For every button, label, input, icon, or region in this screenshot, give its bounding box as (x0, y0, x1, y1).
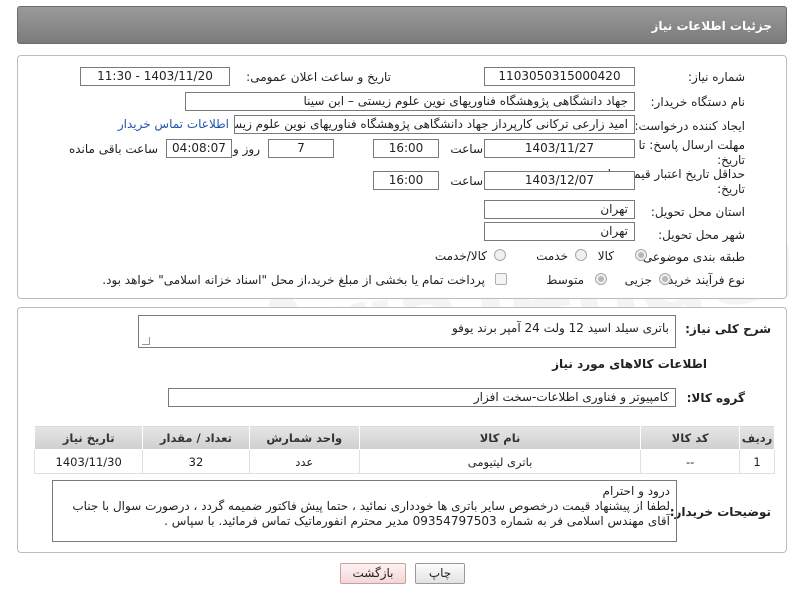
page-title: جزئیات اطلاعات نیاز (651, 19, 772, 33)
deadline-time-label: ساعت (450, 142, 483, 156)
city-field: تهران (484, 222, 635, 241)
purchase-option-medium: متوسط (546, 273, 584, 287)
price-validity-time-field: 16:00 (373, 171, 439, 190)
goods-table-header: ردیف کد کالا نام کالا واحد شمارش تعداد /… (33, 425, 775, 450)
deadline-date-field: 1403/11/27 (484, 139, 635, 158)
print-button[interactable]: چاپ (415, 563, 465, 584)
days-label: روز و (233, 142, 260, 156)
category-radio-service[interactable] (575, 249, 587, 261)
purchase-option-minor: جزیی (624, 273, 652, 287)
cell-unit: عدد (248, 449, 360, 474)
col-code: کد کالا (640, 425, 741, 450)
goods-group-field: کامپیوتر و فناوری اطلاعات-سخت افزار (168, 388, 676, 407)
purchase-radio-minor[interactable] (659, 273, 671, 285)
deadline-time-field: 16:00 (373, 139, 439, 158)
page-header: جزئیات اطلاعات نیاز (17, 6, 787, 44)
treasury-payment-checkbox[interactable] (495, 273, 507, 285)
remaining-time-label: ساعت باقی مانده (68, 142, 158, 156)
deadline-label: مهلت ارسال پاسخ: تا (638, 138, 745, 152)
buyer-org-label: نام دستگاه خریدار: (650, 95, 746, 109)
city-label: شهر محل تحویل: (658, 228, 745, 242)
buyer-contact-link[interactable]: اطلاعات تماس خریدار (118, 117, 229, 131)
col-qty: تعداد / مقدار (142, 425, 250, 450)
price-validity-date-label: تاریخ: (717, 182, 745, 196)
buyer-notes-textarea: درود و احترام لطفا از پیشنهاد قیمت درخصو… (52, 480, 677, 542)
category-label: طبقه بندی موضوعی: (638, 250, 745, 264)
category-option-goods-service: کالا/خدمت (434, 249, 487, 263)
category-option-service: خدمت (536, 249, 568, 263)
announce-datetime-label: تاریخ و ساعت اعلان عمومی: (246, 70, 391, 84)
deadline-date-label: تاریخ: (717, 153, 745, 167)
back-button[interactable]: بازگشت (340, 563, 406, 584)
goods-group-label: گروه کالا: (686, 391, 745, 405)
goods-section-title: اطلاعات کالاهای مورد نیاز (552, 357, 707, 371)
creator-field: امید زارعی ترکانی کارپرداز جهاد دانشگاهی… (234, 115, 635, 134)
summary-textarea: باتری سیلد اسید 12 ولت 24 آمپر برند یوفو (138, 315, 676, 348)
cell-name: باتری لیتیومی (358, 449, 642, 474)
remaining-time-field: 04:08:07 (166, 139, 232, 158)
province-field: تهران (484, 200, 635, 219)
category-radio-goods-service[interactable] (494, 249, 506, 261)
remaining-days-field: 7 (268, 139, 334, 158)
announce-datetime-field: 1403/11/20 - 11:30 (80, 67, 230, 86)
summary-label: شرح کلی نیاز: (685, 322, 771, 336)
cell-qty: 32 (142, 449, 250, 474)
col-name: نام کالا (358, 425, 642, 450)
cell-row: 1 (739, 449, 775, 474)
purchase-radio-medium[interactable] (595, 273, 607, 285)
purchase-type-label: نوع فرآیند خرید : (660, 273, 745, 287)
goods-table: ردیف کد کالا نام کالا واحد شمارش تعداد /… (33, 425, 775, 474)
col-row: ردیف (739, 425, 775, 450)
category-option-goods: کالا (597, 249, 614, 263)
province-label: استان محل تحویل: (650, 205, 745, 219)
cell-code: -- (640, 449, 741, 474)
col-unit: واحد شمارش (248, 425, 360, 450)
buyer-notes-label: توضیحات خریدار: (669, 505, 771, 519)
price-validity-date-field: 1403/12/07 (484, 171, 635, 190)
buyer-org-field: جهاد دانشگاهی پژوهشگاه فناوریهای نوین عل… (185, 92, 635, 111)
need-number-field: 1103050315000420 (484, 67, 635, 86)
table-row: 1 -- باتری لیتیومی عدد 32 1403/11/30 (33, 449, 775, 474)
need-number-label: شماره نیاز: (688, 70, 745, 84)
col-date: تاریخ نیاز (33, 425, 144, 450)
treasury-payment-note: پرداخت تمام یا بخشی از مبلغ خرید،از محل … (102, 273, 485, 287)
creator-label: ایجاد کننده درخواست: (634, 119, 745, 133)
cell-date: 1403/11/30 (33, 449, 144, 474)
category-radio-goods[interactable] (635, 249, 647, 261)
resize-grip-icon (142, 337, 150, 345)
price-validity-time-label: ساعت (450, 174, 483, 188)
